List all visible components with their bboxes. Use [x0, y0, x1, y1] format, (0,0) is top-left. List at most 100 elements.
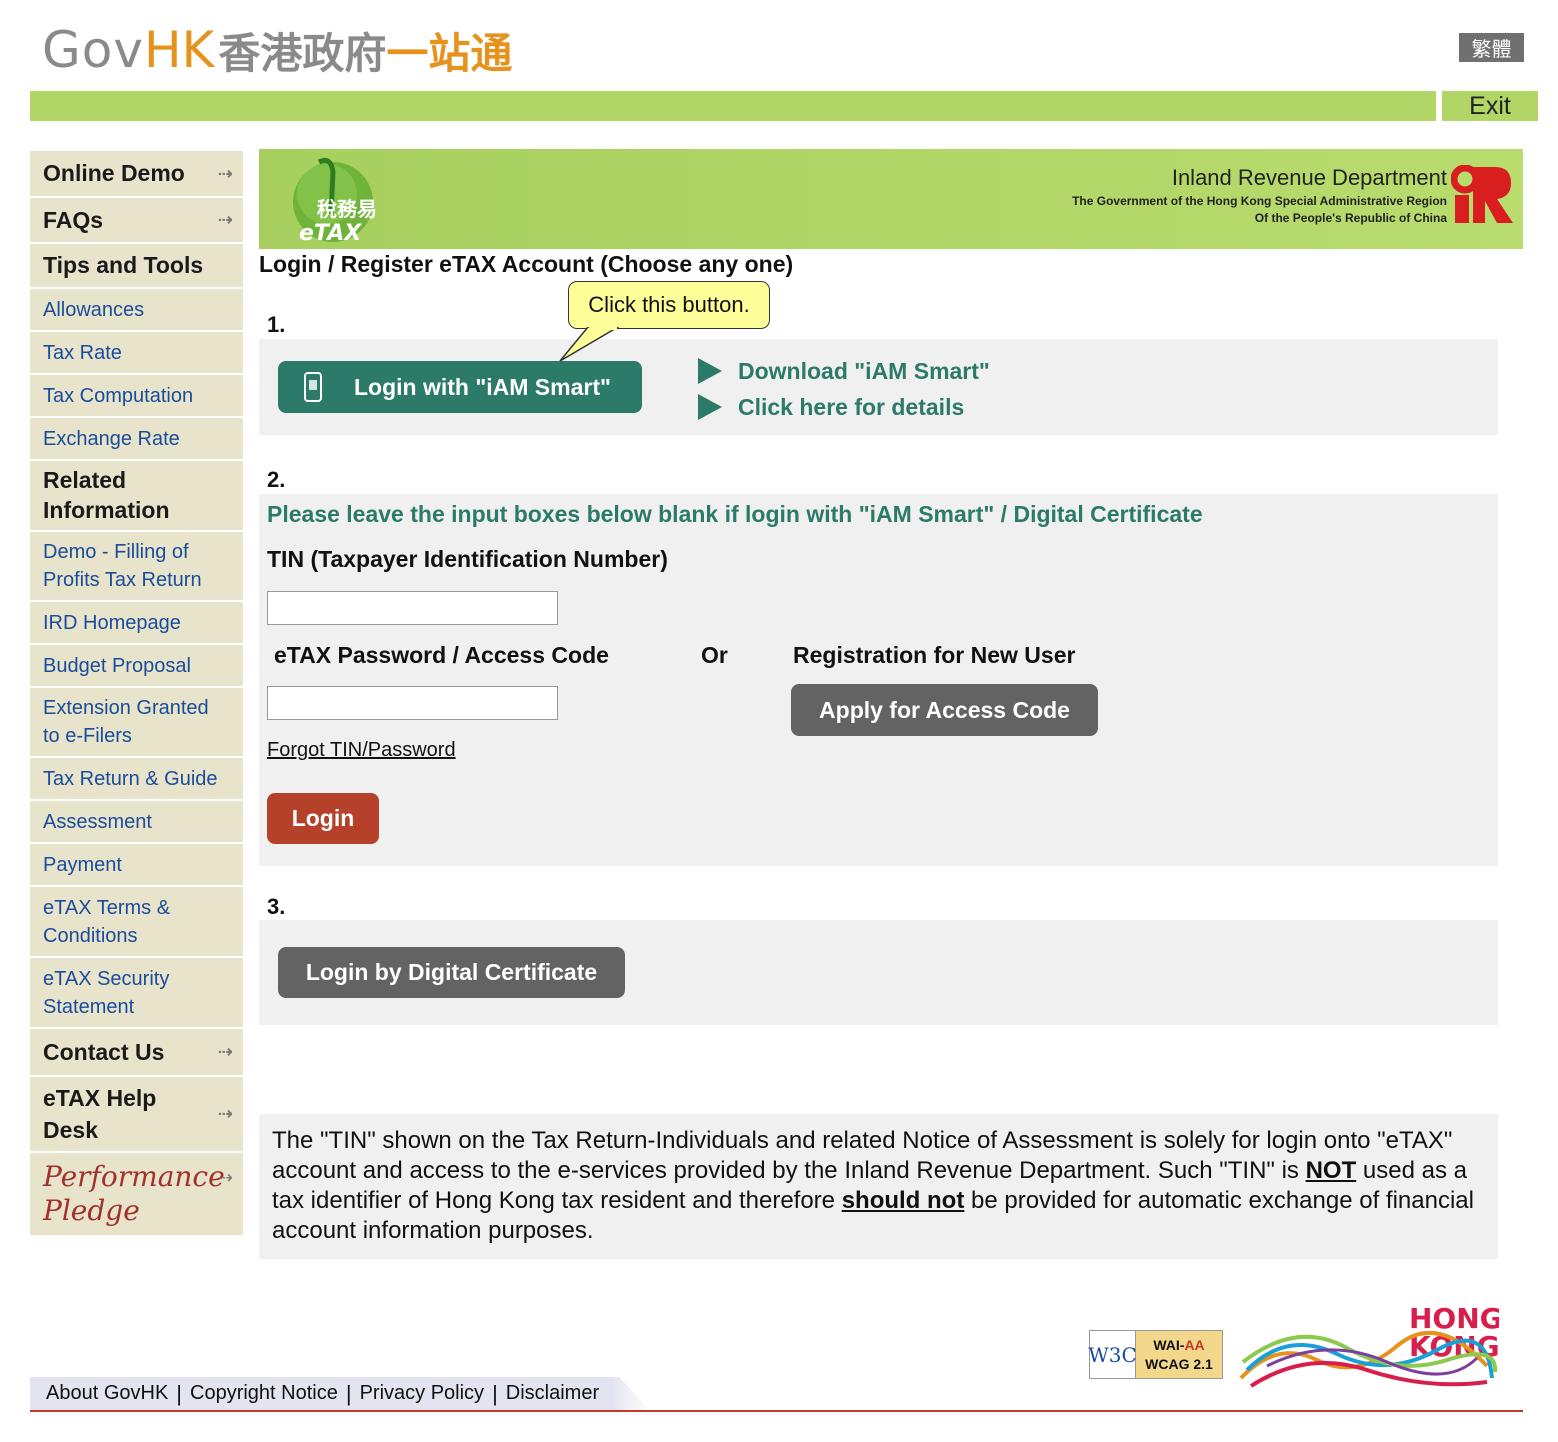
sidebar-item-payment[interactable]: Payment	[30, 844, 243, 887]
expand-arrow-icon: ⇢	[217, 209, 233, 230]
logo-hk-text: HK	[143, 21, 215, 79]
play-arrow-icon	[698, 394, 722, 420]
registration-label: Registration for New User	[793, 642, 1076, 668]
login-iam-smart-button[interactable]: Login with "iAM Smart"	[278, 361, 642, 413]
sidebar-item-extension-granted[interactable]: Extension Granted to e-Filers	[30, 688, 243, 758]
login-button[interactable]: Login	[267, 793, 379, 844]
sidebar-performance-pledge[interactable]: Performance Pledge ⇢	[30, 1153, 243, 1237]
login-iam-smart-label: Login with "iAM Smart"	[354, 373, 611, 400]
disclaimer-emphasis-not: NOT	[1305, 1157, 1357, 1184]
etax-en-label: eTAX	[299, 221, 362, 244]
expand-arrow-icon: ⇢	[217, 1167, 233, 1188]
header-green-bar	[30, 91, 1436, 121]
sidebar-heading-related-information: Related Information	[30, 461, 243, 532]
sidebar-item-label: Tax Rate	[43, 341, 122, 364]
w3c-wcag-badge[interactable]: W3C WAI-AA WCAG 2.1	[1088, 1330, 1223, 1379]
sidebar-item-label: FAQs	[43, 206, 104, 233]
download-iam-smart-link[interactable]: Download "iAM Smart"	[696, 353, 990, 389]
sidebar-item-label: eTAX Help Desk	[43, 1084, 157, 1143]
performance-pledge-line1: Performance	[43, 1160, 225, 1194]
leave-blank-note: Please leave the input boxes below blank…	[267, 501, 1203, 527]
exit-button[interactable]: Exit	[1442, 91, 1538, 121]
sidebar-item-label: Related Information	[43, 466, 170, 523]
footer-separator: |	[176, 1380, 183, 1406]
sidebar-item-label: Tips and Tools	[43, 252, 204, 279]
brand-hong-kong-logo: HONG KONG	[1239, 1302, 1499, 1388]
ird-dept-name: Inland Revenue Department	[1171, 165, 1447, 190]
or-label: Or	[701, 642, 728, 668]
ird-gov-line1: The Government of the Hong Kong Special …	[1072, 194, 1447, 208]
tin-input[interactable]	[267, 591, 558, 625]
footer-separator: |	[492, 1380, 498, 1406]
etax-logo-icon: 稅務易 eTAX	[293, 157, 377, 244]
password-input[interactable]	[267, 686, 558, 720]
performance-pledge-line2: Pledge	[43, 1194, 140, 1227]
step-2-number: 2.	[267, 467, 286, 492]
sidebar-item-budget-proposal[interactable]: Budget Proposal	[30, 645, 243, 688]
tin-label: TIN (Taxpayer Identification Number)	[267, 546, 668, 572]
traditional-chinese-button[interactable]: 繁體	[1459, 33, 1524, 62]
sidebar-item-etax-terms[interactable]: eTAX Terms & Conditions	[30, 887, 243, 958]
sidebar-item-label: Contact Us	[43, 1038, 165, 1065]
sidebar-item-label: Allowances	[43, 298, 145, 321]
click-this-button-callout: Click this button.	[568, 281, 770, 329]
logo-zh-gray: 香港政府	[218, 29, 387, 77]
footer-about-govhk-link[interactable]: About GovHK	[46, 1382, 168, 1405]
expand-arrow-icon: ⇢	[217, 1103, 233, 1124]
w3c-logo-text: W3C	[1088, 1331, 1137, 1378]
login-digital-certificate-button[interactable]: Login by Digital Certificate	[278, 947, 625, 998]
ird-gov-line2: Of the People's Republic of China	[1254, 211, 1447, 225]
sidebar-item-label: Online Demo	[43, 160, 185, 187]
wai-aa-label: AA	[1184, 1337, 1205, 1354]
sidebar-item-tax-rate[interactable]: Tax Rate	[30, 332, 243, 375]
step-1-number: 1.	[267, 312, 286, 337]
sidebar-item-label: eTAX Security Statement	[43, 967, 170, 1018]
footer-separator: |	[345, 1380, 352, 1406]
ird-title-block: Inland Revenue Department The Government…	[1072, 165, 1447, 225]
sidebar-item-label: Assessment	[43, 810, 152, 833]
sidebar-heading-tips-and-tools: Tips and Tools	[30, 244, 243, 289]
step-3-number: 3.	[267, 894, 286, 919]
footer-links: About GovHK | Copyright Notice | Privacy…	[30, 1377, 650, 1410]
expand-arrow-icon: ⇢	[217, 1041, 233, 1062]
sidebar-item-label: Exchange Rate	[43, 427, 180, 450]
footer-copyright-link[interactable]: Copyright Notice	[190, 1382, 338, 1405]
apply-access-code-button[interactable]: Apply for Access Code	[791, 684, 1098, 736]
sidebar-item-contact-us[interactable]: Contact Us ⇢	[30, 1029, 243, 1077]
govhk-logo[interactable]: Gov HK 香港政府 一站通	[42, 21, 512, 79]
tin-disclaimer: The "TIN" shown on the Tax Return-Indivi…	[259, 1114, 1498, 1259]
sidebar-item-demo-profits-tax[interactable]: Demo - Filling of Profits Tax Return	[30, 532, 243, 602]
etax-banner: 稅務易 eTAX Inland Revenue Department The G…	[259, 149, 1523, 249]
sidebar-item-allowances[interactable]: Allowances	[30, 289, 243, 332]
sidebar-item-label: Payment	[43, 853, 122, 876]
disclaimer-text-1: The "TIN" shown on the Tax Return-Indivi…	[272, 1127, 1453, 1184]
sidebar-item-label: Demo - Filling of Profits Tax Return	[43, 541, 202, 591]
sidebar-item-help-desk[interactable]: eTAX Help Desk ⇢	[30, 1077, 243, 1153]
iam-smart-details-label: Click here for details	[738, 393, 965, 420]
sidebar-item-label: Tax Return & Guide	[43, 767, 218, 790]
sidebar-item-faqs[interactable]: FAQs ⇢	[30, 198, 243, 244]
sidebar-item-exchange-rate[interactable]: Exchange Rate	[30, 418, 243, 461]
sidebar-item-online-demo[interactable]: Online Demo ⇢	[30, 151, 243, 198]
download-iam-smart-label: Download "iAM Smart"	[738, 357, 990, 384]
iam-smart-phone-icon	[304, 372, 322, 402]
play-arrow-icon	[698, 358, 722, 384]
sidebar-item-label: Budget Proposal	[43, 654, 191, 677]
sidebar-item-tax-computation[interactable]: Tax Computation	[30, 375, 243, 418]
callout-tail-icon	[559, 327, 620, 362]
disclaimer-emphasis-should-not: should not	[841, 1187, 965, 1214]
sidebar-item-label: eTAX Terms & Conditions	[43, 896, 171, 947]
forgot-tin-password-link[interactable]: Forgot TIN/Password	[267, 739, 456, 762]
footer-red-line	[30, 1410, 1523, 1412]
footer-privacy-link[interactable]: Privacy Policy	[360, 1382, 484, 1405]
sidebar-item-tax-return-guide[interactable]: Tax Return & Guide	[30, 758, 243, 801]
sidebar-item-etax-security[interactable]: eTAX Security Statement	[30, 958, 243, 1029]
sidebar-item-label: Extension Granted to e-Filers	[43, 697, 209, 747]
sidebar-item-assessment[interactable]: Assessment	[30, 801, 243, 844]
footer-disclaimer-link[interactable]: Disclaimer	[506, 1382, 599, 1405]
iam-smart-details-link[interactable]: Click here for details	[696, 389, 990, 425]
wai-aa-badge: WAI-AA WCAG 2.1	[1136, 1331, 1222, 1378]
sidebar-item-ird-homepage[interactable]: IRD Homepage	[30, 602, 243, 645]
sidebar-item-label: Tax Computation	[43, 384, 194, 407]
wcag-version-label: WCAG 2.1	[1145, 1355, 1213, 1372]
